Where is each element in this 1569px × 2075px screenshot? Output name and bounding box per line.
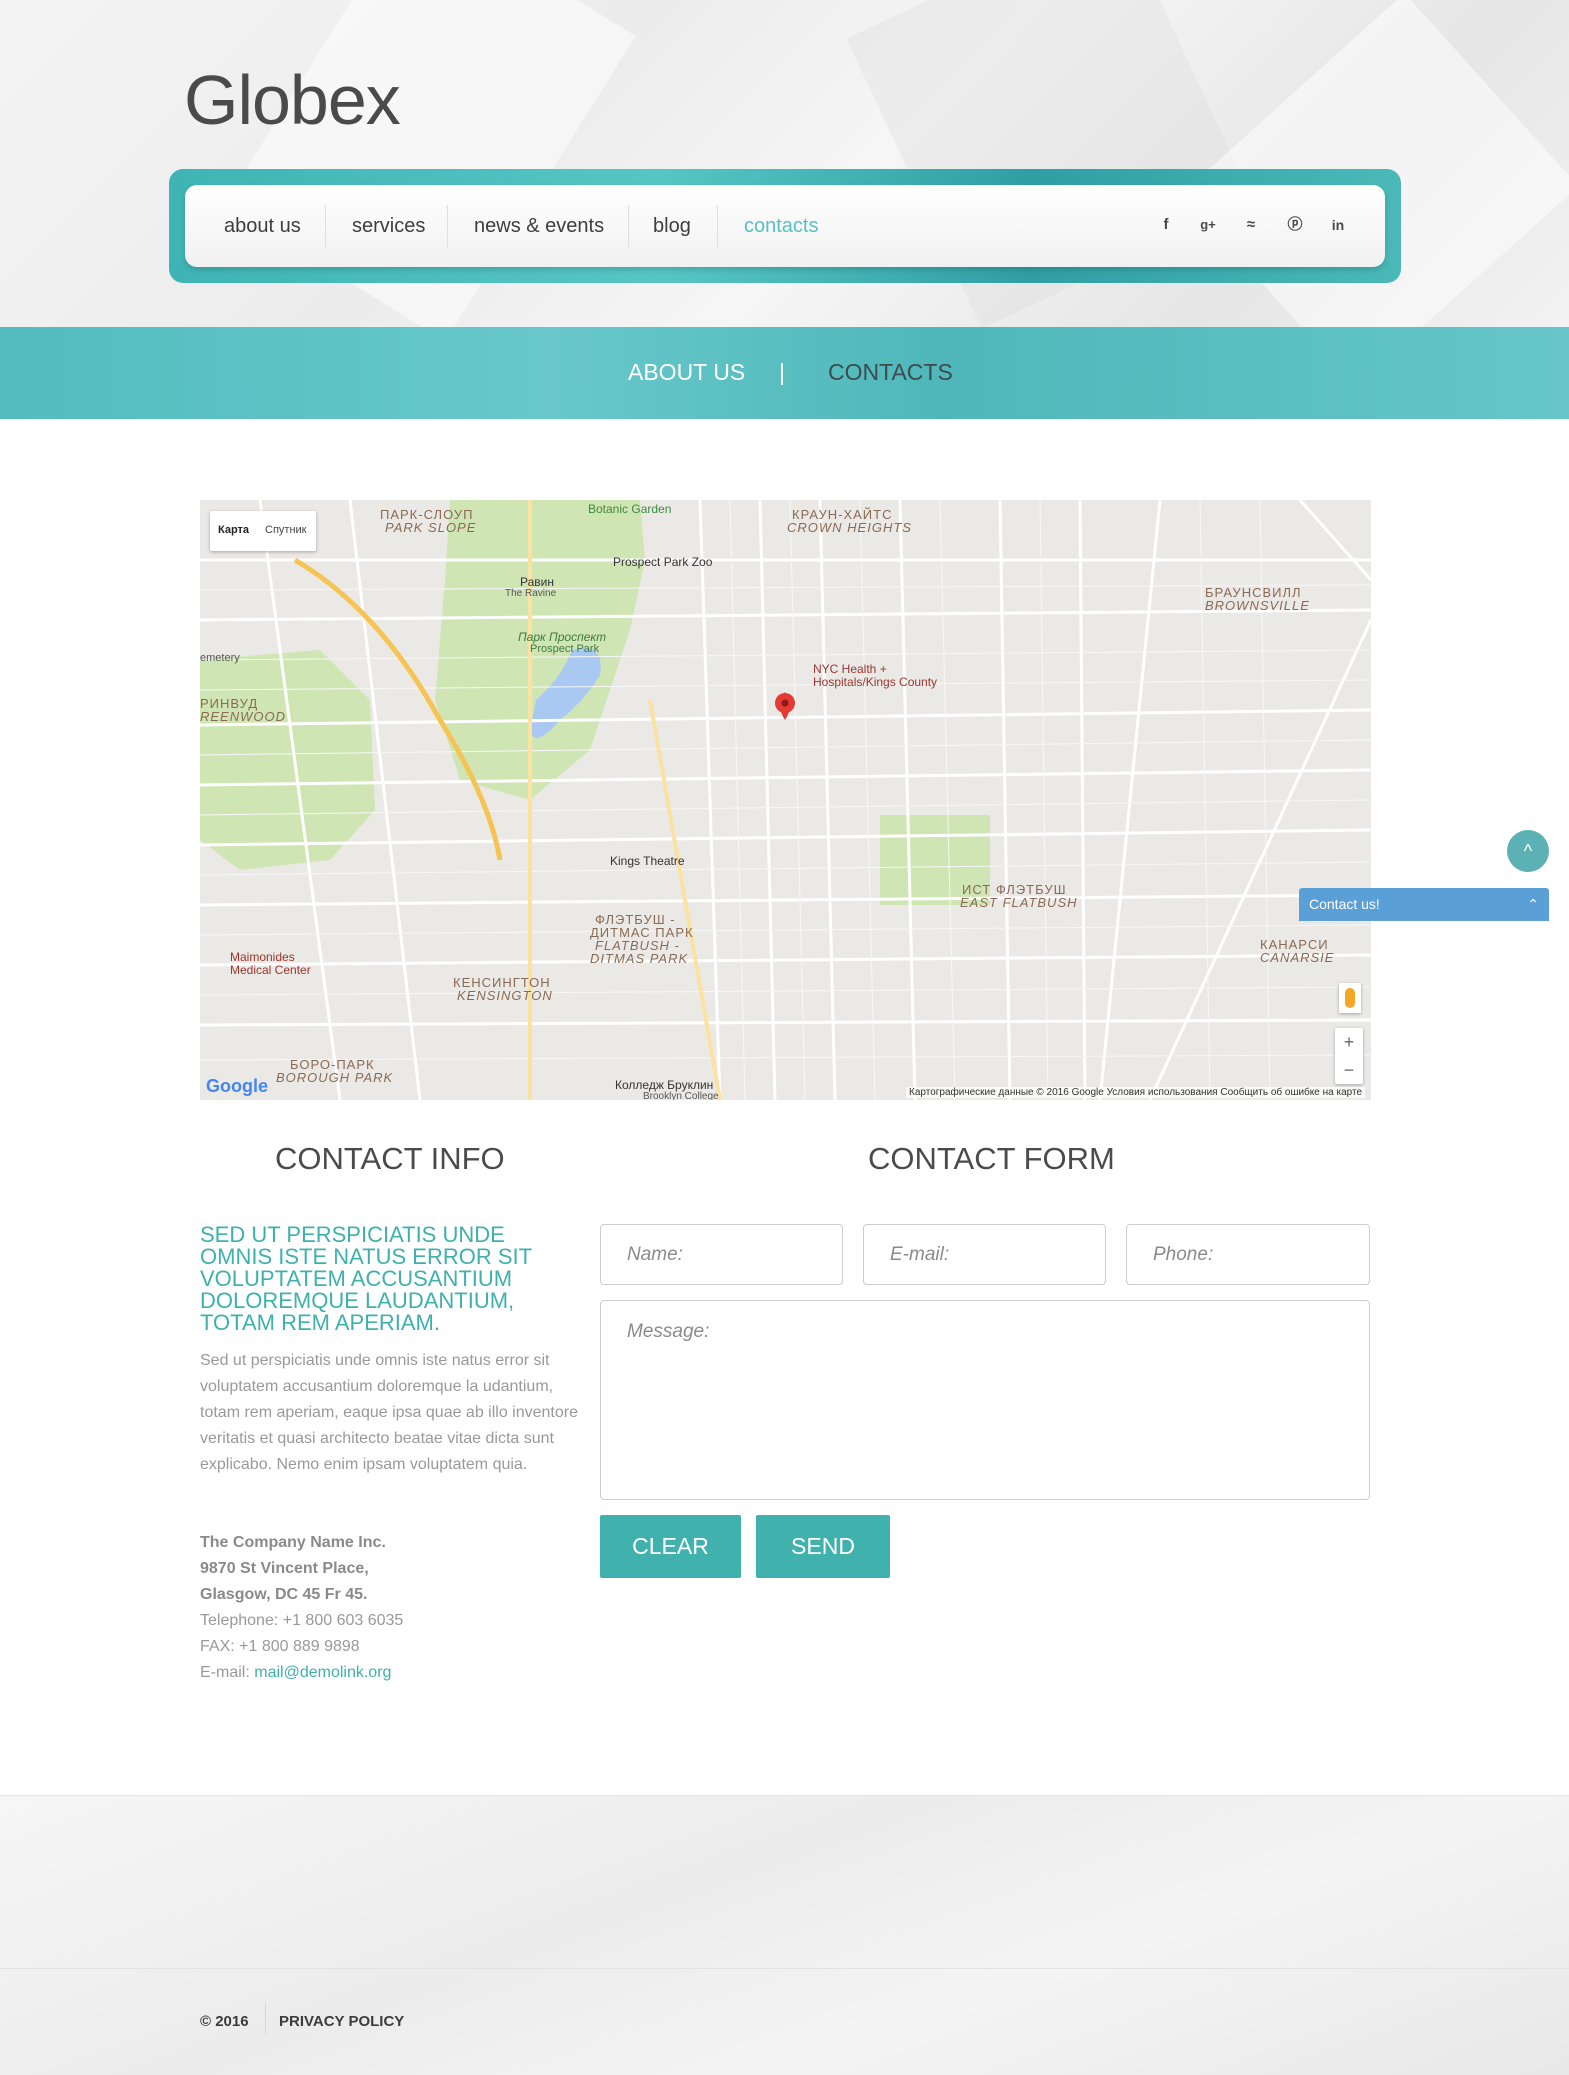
map-label: Колледж Бруклин (615, 1078, 714, 1092)
map-label: Prospect Park (530, 643, 600, 655)
google-plus-icon[interactable]: g+ (1196, 213, 1220, 237)
footer-separator (265, 2002, 266, 2034)
copyright: © 2016 (200, 2013, 249, 2030)
nav-news-events[interactable]: news & events (474, 211, 604, 241)
contact-us-label: Contact us! (1309, 896, 1380, 912)
map-label: REENWOOD (200, 709, 286, 724)
footer-divider (0, 1968, 1569, 1969)
nav-divider (447, 205, 448, 247)
zoom-out-button[interactable]: − (1335, 1056, 1363, 1084)
clear-button[interactable]: CLEAR (600, 1515, 741, 1578)
google-map[interactable]: Карта Спутник ПАРК-СЛОУП PARK SLOPE КРАУ… (200, 500, 1371, 1100)
map-attribution[interactable]: Картографические данные © 2016 Google Ус… (906, 1087, 1365, 1098)
contact-form-title: CONTACT FORM (868, 1141, 1115, 1176)
pinterest-icon[interactable]: ⓟ (1283, 213, 1307, 237)
nav-about-us[interactable]: about us (224, 211, 301, 241)
map-label: NYC Health + (813, 662, 887, 676)
map-label: DITMAS PARK (590, 951, 689, 966)
chevron-up-icon: ⌃ (1527, 896, 1539, 912)
nav-divider (325, 205, 326, 247)
facebook-icon[interactable]: f (1154, 213, 1178, 237)
breadcrumb-current: CONTACTS (828, 359, 953, 385)
contact-info-heading: SED UT PERSPICIATIS UNDE OMNIS ISTE NATU… (200, 1222, 532, 1335)
map-label: Medical Center (230, 963, 311, 977)
google-logo: Google (206, 1076, 268, 1096)
linkedin-icon[interactable]: in (1326, 213, 1350, 237)
nav-divider (628, 205, 629, 247)
site-logo[interactable]: Globex (184, 60, 401, 140)
message-textarea[interactable] (600, 1300, 1370, 1500)
map-label: Парк Проспект (518, 630, 607, 644)
map-label: Botanic Garden (588, 502, 672, 516)
company-name: The Company Name Inc. (200, 1534, 386, 1551)
rss-icon[interactable]: ≈ (1239, 213, 1263, 237)
map-tiles (200, 500, 1371, 1100)
map-label: CROWN HEIGHTS (787, 520, 912, 535)
footer-background (0, 1795, 1569, 2075)
nav-contacts[interactable]: contacts (744, 211, 818, 241)
company-telephone: Telephone: +1 800 603 6035 (200, 1612, 404, 1629)
main-nav: about us services news & events blog con… (185, 185, 1385, 267)
map-label: Maimonides (230, 950, 295, 964)
nav-blog[interactable]: blog (653, 211, 691, 241)
map-label: Равин (520, 575, 554, 589)
email-label: E-mail: (200, 1664, 255, 1681)
company-street: 9870 St Vincent Place, (200, 1560, 369, 1577)
send-button[interactable]: SEND (756, 1515, 890, 1578)
company-city: Glasgow, DC 45 Fr 45. (200, 1586, 368, 1603)
nav-divider (717, 205, 718, 247)
breadcrumb-about-us[interactable]: ABOUT US (628, 359, 745, 386)
email-link[interactable]: mail@demolink.org (254, 1664, 391, 1681)
map-type-control: Карта Спутник (210, 511, 316, 551)
map-label: BROWNSVILLE (1205, 598, 1310, 613)
zoom-in-button[interactable]: + (1335, 1028, 1363, 1056)
map-label: Prospect Park Zoo (613, 555, 713, 569)
nav-services[interactable]: services (352, 211, 425, 241)
contact-info-title: CONTACT INFO (275, 1141, 505, 1176)
map-label: Brooklyn College (643, 1091, 719, 1100)
contact-us-widget[interactable]: Contact us! ⌃ (1299, 888, 1549, 921)
breadcrumb: ABOUT US | CONTACTS (0, 327, 1569, 419)
map-label: Hospitals/Kings County (813, 675, 938, 689)
map-label: EAST FLATBUSH (960, 895, 1078, 910)
map-type-map-button[interactable]: Карта (218, 524, 249, 536)
map-label: The Ravine (505, 588, 557, 599)
phone-input[interactable] (1126, 1224, 1370, 1285)
privacy-policy-link[interactable]: PRIVACY POLICY (279, 2013, 404, 2030)
map-label: KENSINGTON (457, 988, 553, 1003)
email-input[interactable] (863, 1224, 1106, 1285)
chevron-up-icon: ^ (1523, 841, 1533, 861)
breadcrumb-separator: | (779, 359, 785, 385)
map-zoom-control: + − (1335, 1028, 1363, 1084)
map-label: CANARSIE (1260, 950, 1335, 965)
scroll-to-top-button[interactable]: ^ (1507, 830, 1549, 872)
map-label: BOROUGH PARK (276, 1070, 394, 1085)
map-type-satellite-button[interactable]: Спутник (265, 524, 306, 536)
map-label: emetery (200, 652, 240, 664)
company-email-row: E-mail: mail@demolink.org (200, 1660, 580, 1686)
map-label: PARK SLOPE (385, 520, 477, 535)
contact-info-text: Sed ut perspiciatis unde omnis iste natu… (200, 1352, 578, 1473)
street-view-pegman-icon[interactable] (1339, 983, 1361, 1013)
company-fax: FAX: +1 800 889 9898 (200, 1638, 360, 1655)
name-input[interactable] (600, 1224, 843, 1285)
map-label: Kings Theatre (610, 854, 685, 868)
